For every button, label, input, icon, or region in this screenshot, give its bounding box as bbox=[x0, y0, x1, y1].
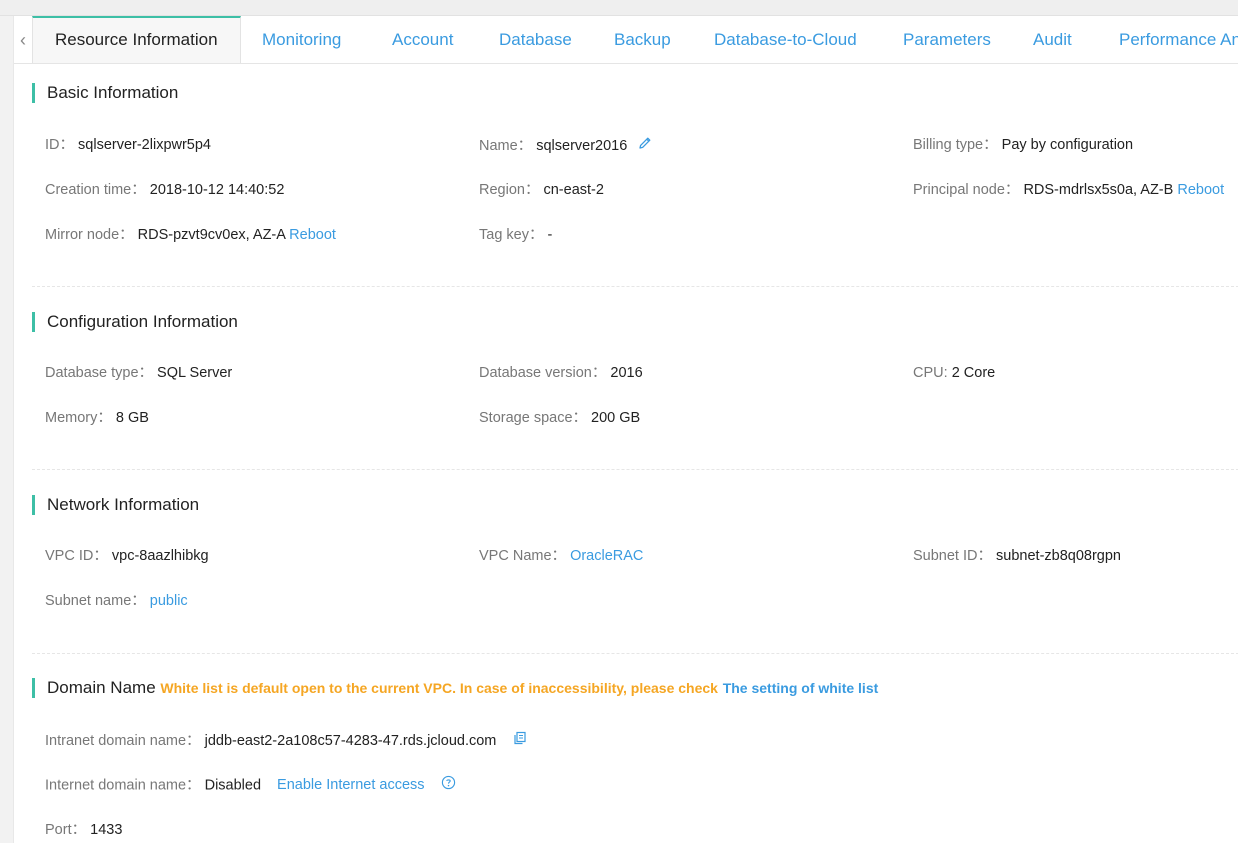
port-field: Port： 1433 bbox=[45, 820, 122, 840]
region-value: cn-east-2 bbox=[543, 182, 604, 198]
top-strip bbox=[0, 0, 1238, 16]
creation-time-field: Creation time： 2018-10-12 14:40:52 bbox=[45, 180, 284, 200]
vpc-id-value: vpc-8aazlhibkg bbox=[111, 548, 209, 564]
storage-space-value: 200 GB bbox=[591, 410, 641, 426]
database-version-field: Database version： 2016 bbox=[479, 363, 643, 383]
section-divider bbox=[32, 653, 1238, 654]
creation-time-label: Creation time： bbox=[45, 182, 146, 198]
cpu-field: CPU: 2 Core bbox=[913, 363, 995, 383]
database-type-label: Database type： bbox=[45, 365, 154, 381]
region-field: Region： cn-east-2 bbox=[479, 180, 604, 200]
instance-name-label: Name： bbox=[479, 137, 533, 154]
billing-type-value: Pay by configuration bbox=[1001, 137, 1134, 153]
section-divider bbox=[32, 469, 1238, 470]
principal-node-label: Principal node： bbox=[913, 182, 1020, 198]
instance-name-value: sqlserver2016 bbox=[536, 137, 628, 154]
mirror-node-field: Mirror node： RDS-pzvt9cv0ex, AZ-A Reboot bbox=[45, 225, 336, 245]
principal-reboot-link[interactable]: Reboot bbox=[1177, 182, 1224, 198]
storage-space-field: Storage space： 200 GB bbox=[479, 408, 640, 428]
tab-parameters[interactable]: Parameters bbox=[881, 16, 1013, 63]
domain-name-title: Domain Name bbox=[47, 678, 156, 697]
intranet-domain-field: Intranet domain name： jddb-east2-2a108c5… bbox=[45, 730, 528, 752]
internet-domain-value: Disabled bbox=[204, 777, 262, 794]
internet-domain-field: Internet domain name： Disabled Enable In… bbox=[45, 775, 456, 796]
subnet-name-label: Subnet name： bbox=[45, 593, 146, 609]
chevron-left-icon[interactable]: ‹ bbox=[14, 16, 32, 63]
question-circle-icon[interactable] bbox=[441, 775, 456, 796]
tab-audit[interactable]: Audit bbox=[1011, 16, 1094, 63]
memory-field: Memory： 8 GB bbox=[45, 408, 149, 428]
mirror-node-value: RDS-pzvt9cv0ex, AZ-A bbox=[137, 227, 286, 243]
subnet-id-field: Subnet ID： subnet-zb8q08rgpn bbox=[913, 546, 1121, 566]
billing-type-field: Billing type： Pay by configuration bbox=[913, 135, 1133, 155]
region-label: Region： bbox=[479, 182, 540, 198]
storage-space-label: Storage space： bbox=[479, 410, 588, 426]
tab-database-to-cloud[interactable]: Database-to-Cloud bbox=[692, 16, 879, 63]
billing-type-label: Billing type： bbox=[913, 137, 998, 153]
instance-id-value: sqlserver-2lixpwr5p4 bbox=[78, 137, 211, 153]
port-value: 1433 bbox=[90, 822, 123, 838]
tag-key-field: Tag key： - bbox=[479, 225, 552, 245]
cpu-label: CPU: bbox=[913, 365, 948, 381]
database-version-label: Database version： bbox=[479, 365, 607, 381]
internet-domain-label: Internet domain name： bbox=[45, 777, 201, 794]
configuration-information-title: Configuration Information bbox=[32, 312, 238, 332]
vpc-id-label: VPC ID： bbox=[45, 548, 108, 564]
subnet-name-field: Subnet name： public bbox=[45, 591, 188, 611]
intranet-domain-value: jddb-east2-2a108c57-4283-47.rds.jcloud.c… bbox=[204, 732, 497, 749]
pencil-icon[interactable] bbox=[637, 135, 653, 157]
whitelist-notice: White list is default open to the curren… bbox=[160, 680, 718, 696]
subnet-id-label: Subnet ID： bbox=[913, 548, 992, 564]
section-divider bbox=[32, 286, 1238, 287]
mirror-reboot-link[interactable]: Reboot bbox=[289, 227, 336, 243]
tab-backup[interactable]: Backup bbox=[592, 16, 693, 63]
database-type-value: SQL Server bbox=[157, 365, 233, 381]
instance-name-field: Name： sqlserver2016 bbox=[479, 135, 653, 157]
port-label: Port： bbox=[45, 822, 87, 838]
tag-key-label: Tag key： bbox=[479, 227, 544, 243]
vpc-name-field: VPC Name： OracleRAC bbox=[479, 546, 643, 566]
tab-monitoring[interactable]: Monitoring bbox=[240, 16, 363, 63]
memory-value: 8 GB bbox=[115, 410, 149, 426]
tab-account[interactable]: Account bbox=[370, 16, 475, 63]
tag-key-value: - bbox=[547, 227, 553, 243]
principal-node-value: RDS-mdrlsx5s0a, AZ-B bbox=[1023, 182, 1174, 198]
database-version-value: 2016 bbox=[610, 365, 643, 381]
enable-internet-access-link[interactable]: Enable Internet access bbox=[277, 777, 425, 793]
memory-label: Memory： bbox=[45, 410, 112, 426]
domain-name-title-row: Domain Name White list is default open t… bbox=[32, 678, 878, 698]
tab-resource-information[interactable]: Resource Information bbox=[32, 16, 241, 63]
vpc-id-field: VPC ID： vpc-8aazlhibkg bbox=[45, 546, 209, 566]
intranet-domain-label: Intranet domain name： bbox=[45, 732, 201, 749]
vpc-name-link[interactable]: OracleRAC bbox=[570, 548, 643, 564]
instance-id-field: ID： sqlserver-2lixpwr5p4 bbox=[45, 135, 211, 155]
subnet-id-value: subnet-zb8q08rgpn bbox=[996, 548, 1121, 564]
whitelist-setting-link[interactable]: The setting of white list bbox=[723, 680, 879, 696]
mirror-node-label: Mirror node： bbox=[45, 227, 134, 243]
creation-time-value: 2018-10-12 14:40:52 bbox=[149, 182, 285, 198]
vpc-name-label: VPC Name： bbox=[479, 548, 567, 564]
basic-information-title: Basic Information bbox=[32, 83, 178, 103]
database-type-field: Database type： SQL Server bbox=[45, 363, 232, 383]
tab-performance-analysis[interactable]: Performance An bbox=[1097, 16, 1238, 63]
instance-id-label: ID： bbox=[45, 137, 74, 153]
network-information-title: Network Information bbox=[32, 495, 199, 515]
tab-database[interactable]: Database bbox=[477, 16, 594, 63]
principal-node-field: Principal node： RDS-mdrlsx5s0a, AZ-B Reb… bbox=[913, 180, 1224, 200]
tab-bar: ‹ Resource Information Monitoring Accoun… bbox=[14, 16, 1238, 64]
copy-icon[interactable] bbox=[512, 730, 528, 752]
cpu-value: 2 Core bbox=[951, 365, 996, 381]
instance-detail-panel: ‹ Resource Information Monitoring Accoun… bbox=[13, 16, 1238, 843]
subnet-name-link[interactable]: public bbox=[150, 593, 188, 609]
